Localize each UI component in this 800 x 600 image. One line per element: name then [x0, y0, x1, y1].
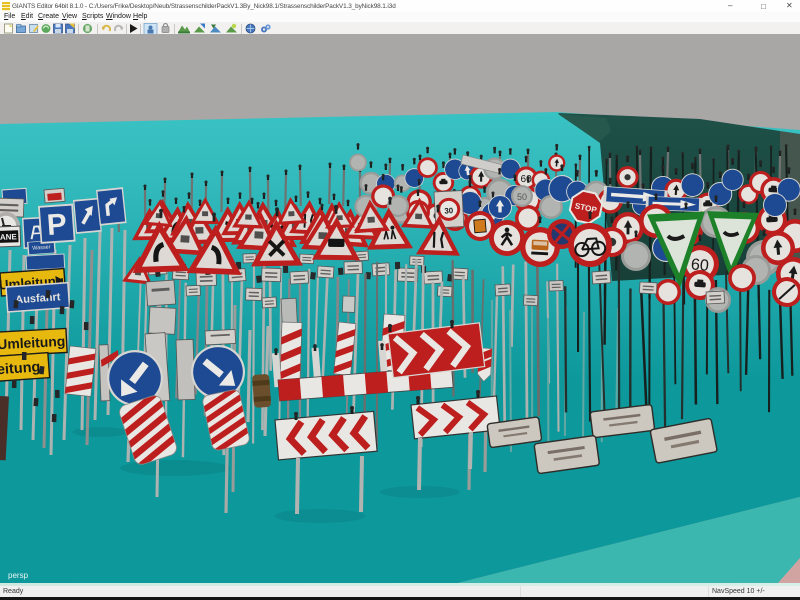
svg-text:leitung: leitung: [0, 359, 41, 378]
svg-text:50: 50: [517, 192, 527, 202]
svg-text:Wasser: Wasser: [32, 244, 51, 251]
svg-text:30: 30: [444, 206, 454, 215]
svg-text:persp: persp: [8, 571, 29, 580]
svg-text:ANE: ANE: [0, 232, 18, 242]
svg-text:P: P: [46, 208, 68, 242]
svg-text:60: 60: [520, 174, 532, 185]
